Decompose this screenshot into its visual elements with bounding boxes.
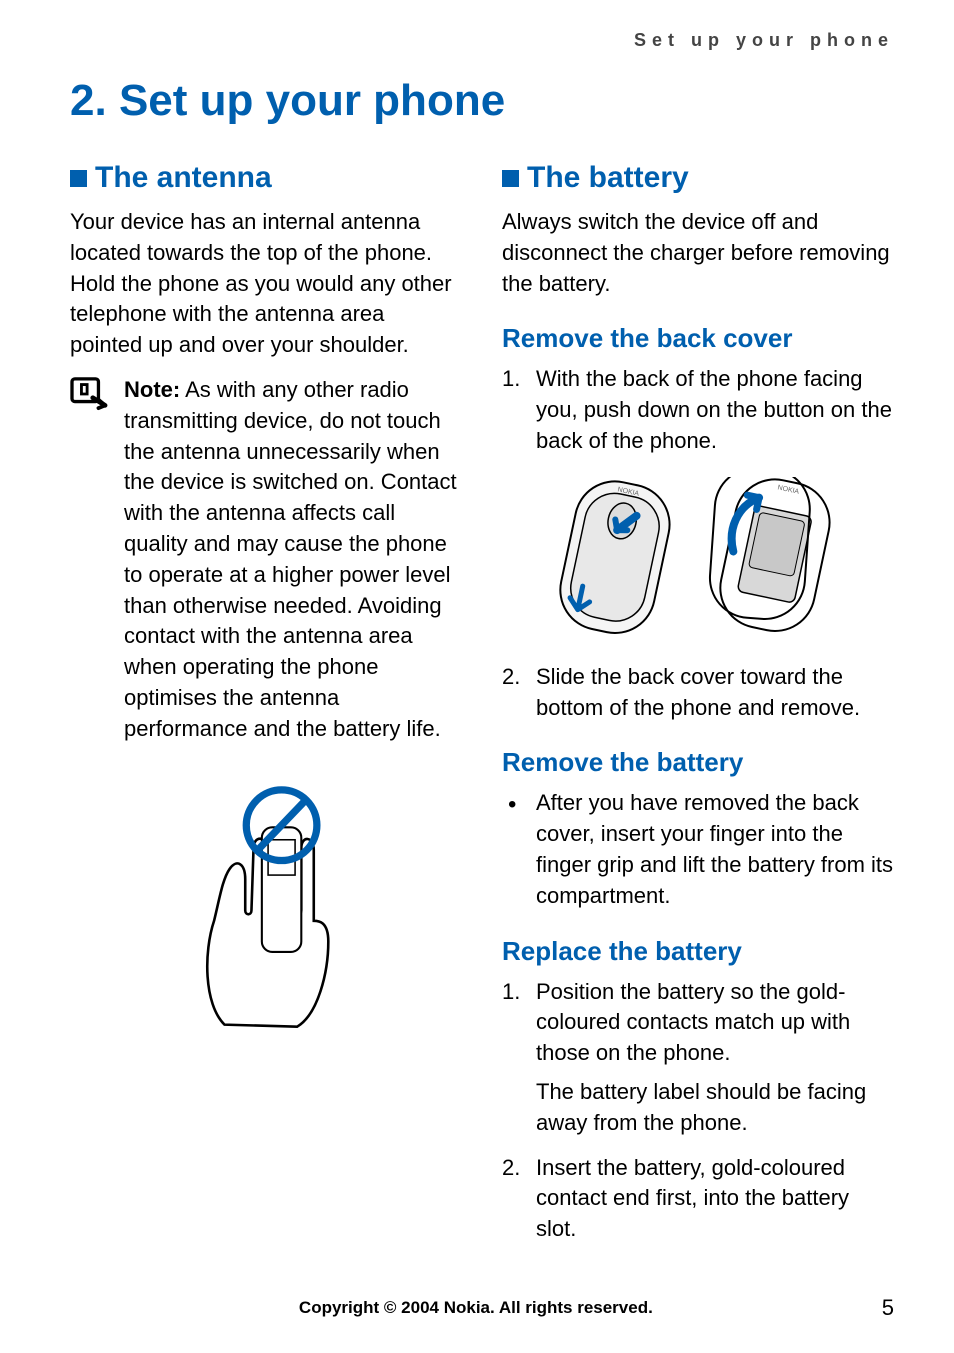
chapter-title: 2. Set up your phone <box>70 76 894 126</box>
note-text: Note: As with any other radio transmitti… <box>124 375 462 745</box>
section-heading-battery: The battery <box>502 161 894 195</box>
remove-cover-illustration: NOKIA NOKIA <box>502 477 894 642</box>
note-body: As with any other radio transmitting dev… <box>124 377 457 741</box>
remove-cover-steps: With the back of the phone facing you, p… <box>502 364 894 456</box>
section-heading-antenna-text: The antenna <box>95 161 272 195</box>
chapter-number: 2. <box>70 76 107 125</box>
footer: Copyright © 2004 Nokia. All rights reser… <box>70 1295 894 1321</box>
replace-battery-step-1b: The battery label should be facing away … <box>536 1077 894 1139</box>
right-column: The battery Always switch the device off… <box>502 161 894 1259</box>
note-label: Note: <box>124 377 180 402</box>
subheading-remove-battery: Remove the battery <box>502 747 894 778</box>
remove-cover-steps-2: Slide the back cover toward the bottom o… <box>502 662 894 724</box>
antenna-paragraph: Your device has an internal antenna loca… <box>70 207 462 361</box>
replace-battery-step-1-text: Position the battery so the gold-coloure… <box>536 979 850 1066</box>
subheading-remove-cover: Remove the back cover <box>502 323 894 354</box>
running-head: Set up your phone <box>70 30 894 51</box>
replace-battery-steps: Position the battery so the gold-coloure… <box>502 977 894 1245</box>
remove-battery-bullet: After you have removed the back cover, i… <box>502 788 894 911</box>
antenna-illustration <box>70 765 462 1040</box>
square-bullet-icon <box>70 170 87 187</box>
replace-battery-step-2: Insert the battery, gold-coloured contac… <box>502 1153 894 1245</box>
section-heading-antenna: The antenna <box>70 161 462 195</box>
replace-battery-step-1: Position the battery so the gold-coloure… <box>502 977 894 1139</box>
remove-cover-step-1: With the back of the phone facing you, p… <box>502 364 894 456</box>
footer-copyright: Copyright © 2004 Nokia. All rights reser… <box>70 1298 882 1318</box>
remove-cover-step-2: Slide the back cover toward the bottom o… <box>502 662 894 724</box>
left-column: The antenna Your device has an internal … <box>70 161 462 1259</box>
note-block: Note: As with any other radio transmitti… <box>70 375 462 745</box>
footer-page-number: 5 <box>882 1295 894 1321</box>
remove-battery-list: After you have removed the back cover, i… <box>502 788 894 911</box>
chapter-name: Set up your phone <box>119 76 505 125</box>
square-bullet-icon <box>502 170 519 187</box>
note-icon <box>70 375 108 745</box>
subheading-replace-battery: Replace the battery <box>502 936 894 967</box>
battery-intro: Always switch the device off and disconn… <box>502 207 894 299</box>
section-heading-battery-text: The battery <box>527 161 689 195</box>
